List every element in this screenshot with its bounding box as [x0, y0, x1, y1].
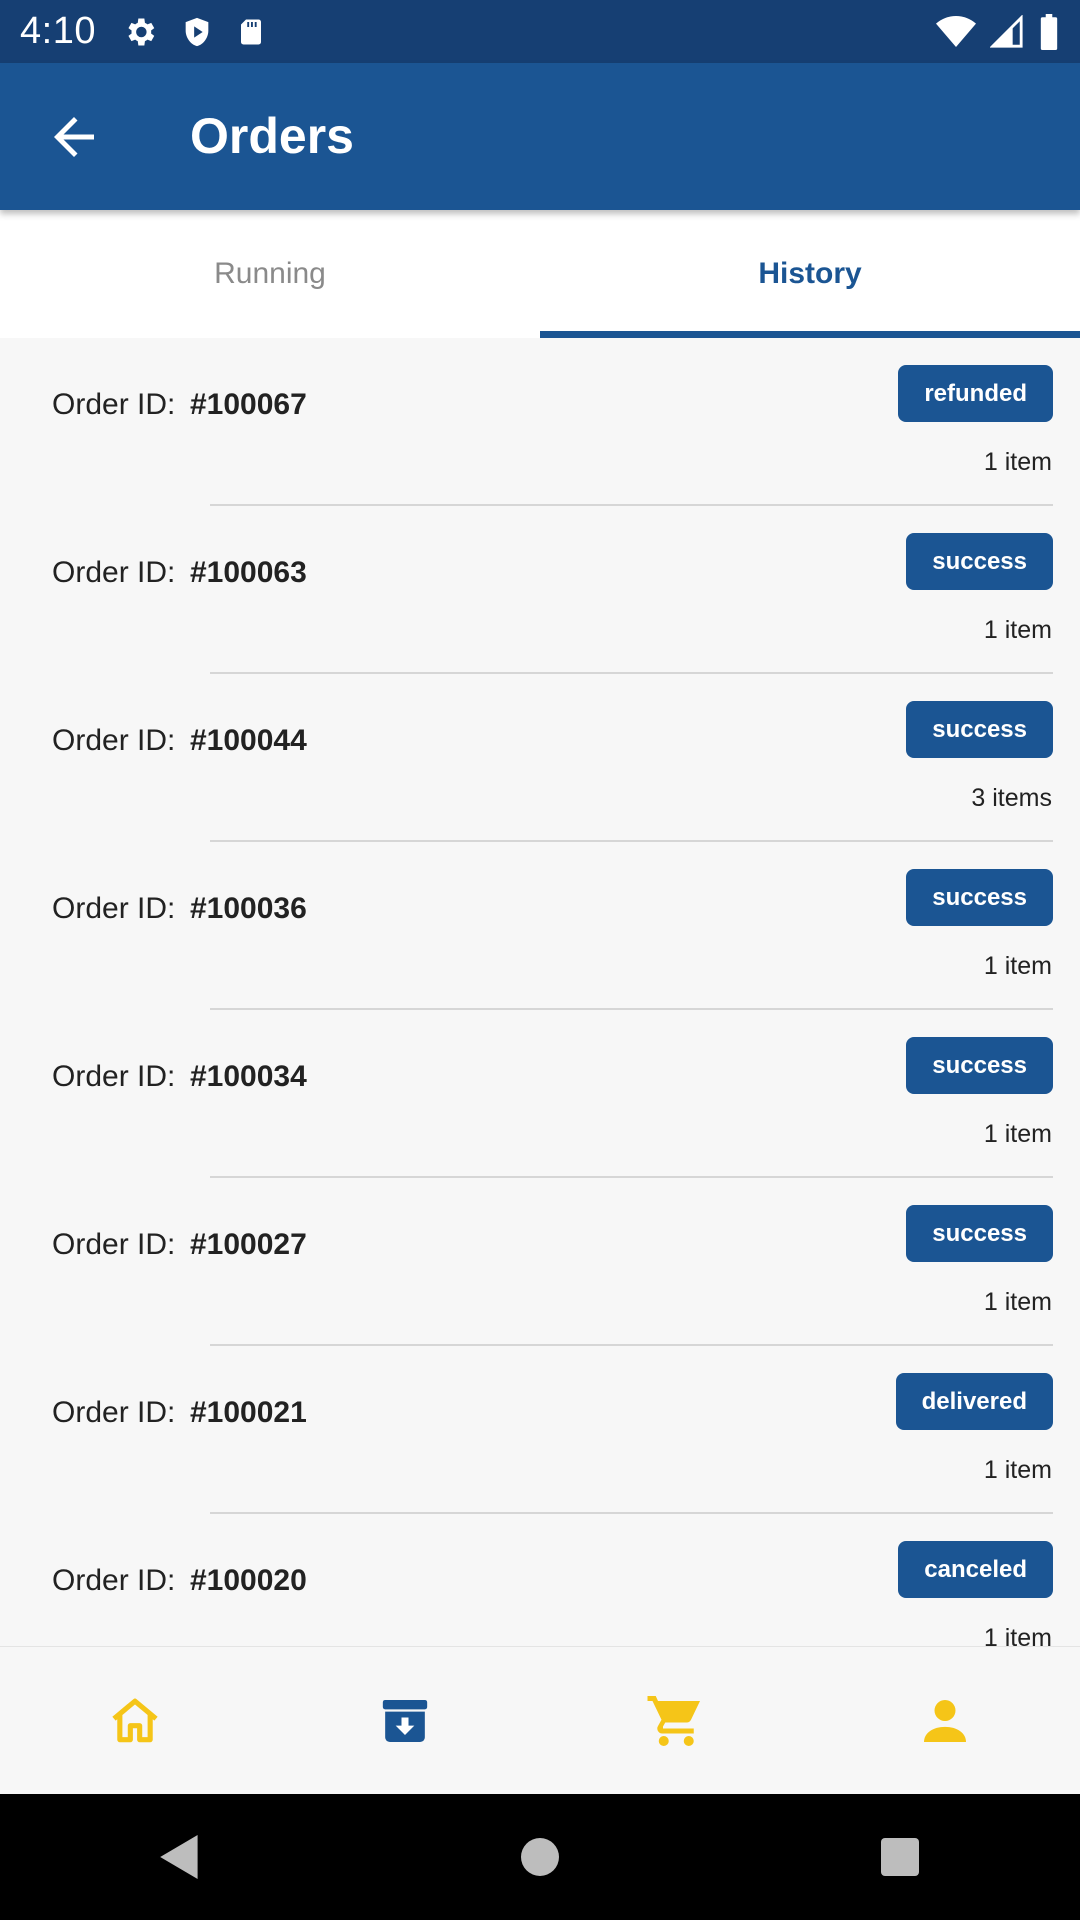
- list-item[interactable]: Order ID: #100021 delivered 1 item: [0, 1346, 1080, 1514]
- item-count: 1 item: [983, 1456, 1052, 1484]
- status-badge: success: [906, 869, 1053, 926]
- status-badge: refunded: [898, 365, 1053, 422]
- item-count: 1 item: [983, 448, 1052, 476]
- status-badge: success: [906, 1037, 1053, 1094]
- list-item[interactable]: Order ID: #100020 canceled 1 item: [0, 1514, 1080, 1646]
- status-time: 4:10: [20, 10, 96, 52]
- order-id: #100027: [190, 1228, 307, 1261]
- status-badge: canceled: [898, 1541, 1053, 1598]
- status-badge: success: [906, 1205, 1053, 1262]
- list-item[interactable]: Order ID: #100044 success 3 items: [0, 674, 1080, 842]
- wifi-icon: [936, 15, 976, 47]
- square-recents-icon: [881, 1838, 919, 1876]
- nav-orders[interactable]: [335, 1671, 475, 1771]
- list-item[interactable]: Order ID: #100063 success 1 item: [0, 506, 1080, 674]
- shield-play-icon: [185, 17, 209, 46]
- order-id-label: Order ID:: [52, 388, 176, 421]
- status-right-icons: [936, 13, 1060, 50]
- tab-history-label: History: [758, 257, 862, 290]
- order-id: #100036: [190, 892, 307, 925]
- item-count: 1 item: [983, 952, 1052, 980]
- item-count: 1 item: [983, 1120, 1052, 1148]
- tab-bar: Running History: [0, 210, 1080, 338]
- home-icon: [112, 1698, 158, 1743]
- list-item[interactable]: Order ID: #100027 success 1 item: [0, 1178, 1080, 1346]
- status-badge: delivered: [895, 1373, 1053, 1430]
- order-id: #100044: [190, 724, 307, 757]
- item-count: 1 item: [983, 616, 1052, 644]
- arrow-back-icon: [54, 117, 94, 157]
- order-id-label: Order ID:: [52, 1396, 176, 1429]
- nav-cart[interactable]: [605, 1671, 745, 1771]
- cart-icon: [647, 1696, 700, 1746]
- item-count: 1 item: [983, 1624, 1052, 1646]
- list-item[interactable]: Order ID: #100036 success 1 item: [0, 842, 1080, 1010]
- status-badge: success: [906, 533, 1053, 590]
- system-navigation-bar: [0, 1794, 1080, 1920]
- triangle-back-icon: [160, 1835, 198, 1879]
- order-id-label: Order ID:: [52, 724, 176, 757]
- nav-profile[interactable]: [875, 1671, 1015, 1771]
- order-id: #100020: [190, 1564, 307, 1597]
- nav-home[interactable]: [65, 1671, 205, 1771]
- gear-icon: [128, 18, 155, 45]
- status-bar: 4:10: [0, 0, 1080, 63]
- item-count: 3 items: [971, 784, 1052, 812]
- order-id: #100021: [190, 1396, 307, 1429]
- circle-home-icon: [521, 1838, 559, 1876]
- order-id: #100067: [190, 388, 307, 421]
- order-id-label: Order ID:: [52, 1060, 176, 1093]
- system-home-button[interactable]: [480, 1807, 600, 1907]
- bottom-navigation: [0, 1646, 1080, 1795]
- system-back-button[interactable]: [120, 1807, 240, 1907]
- page-title: Orders: [190, 108, 354, 164]
- status-left-icons: [122, 14, 266, 50]
- back-button[interactable]: [44, 107, 104, 167]
- system-recents-button[interactable]: [840, 1807, 960, 1907]
- order-id: #100063: [190, 556, 307, 589]
- tab-running[interactable]: Running: [0, 210, 540, 338]
- battery-icon: [1040, 13, 1058, 50]
- person-icon: [924, 1700, 966, 1742]
- list-item[interactable]: Order ID: #100034 success 1 item: [0, 1010, 1080, 1178]
- order-id-label: Order ID:: [52, 556, 176, 589]
- list-item[interactable]: Order ID: #100067 refunded 1 item: [0, 338, 1080, 506]
- app-bar: Orders: [0, 63, 1080, 210]
- sd-card-icon: [240, 19, 261, 44]
- order-id-label: Order ID:: [52, 1228, 176, 1261]
- signal-icon: [990, 14, 1023, 48]
- order-id-label: Order ID:: [52, 892, 176, 925]
- item-count: 1 item: [983, 1288, 1052, 1316]
- tab-running-label: Running: [214, 257, 326, 290]
- order-id-label: Order ID:: [52, 1564, 176, 1597]
- order-id: #100034: [190, 1060, 307, 1093]
- orders-box-icon: [382, 1700, 428, 1742]
- status-badge: success: [906, 701, 1053, 758]
- order-list[interactable]: Order ID: #100067 refunded 1 item Order …: [0, 338, 1080, 1646]
- tab-history[interactable]: History: [540, 210, 1080, 338]
